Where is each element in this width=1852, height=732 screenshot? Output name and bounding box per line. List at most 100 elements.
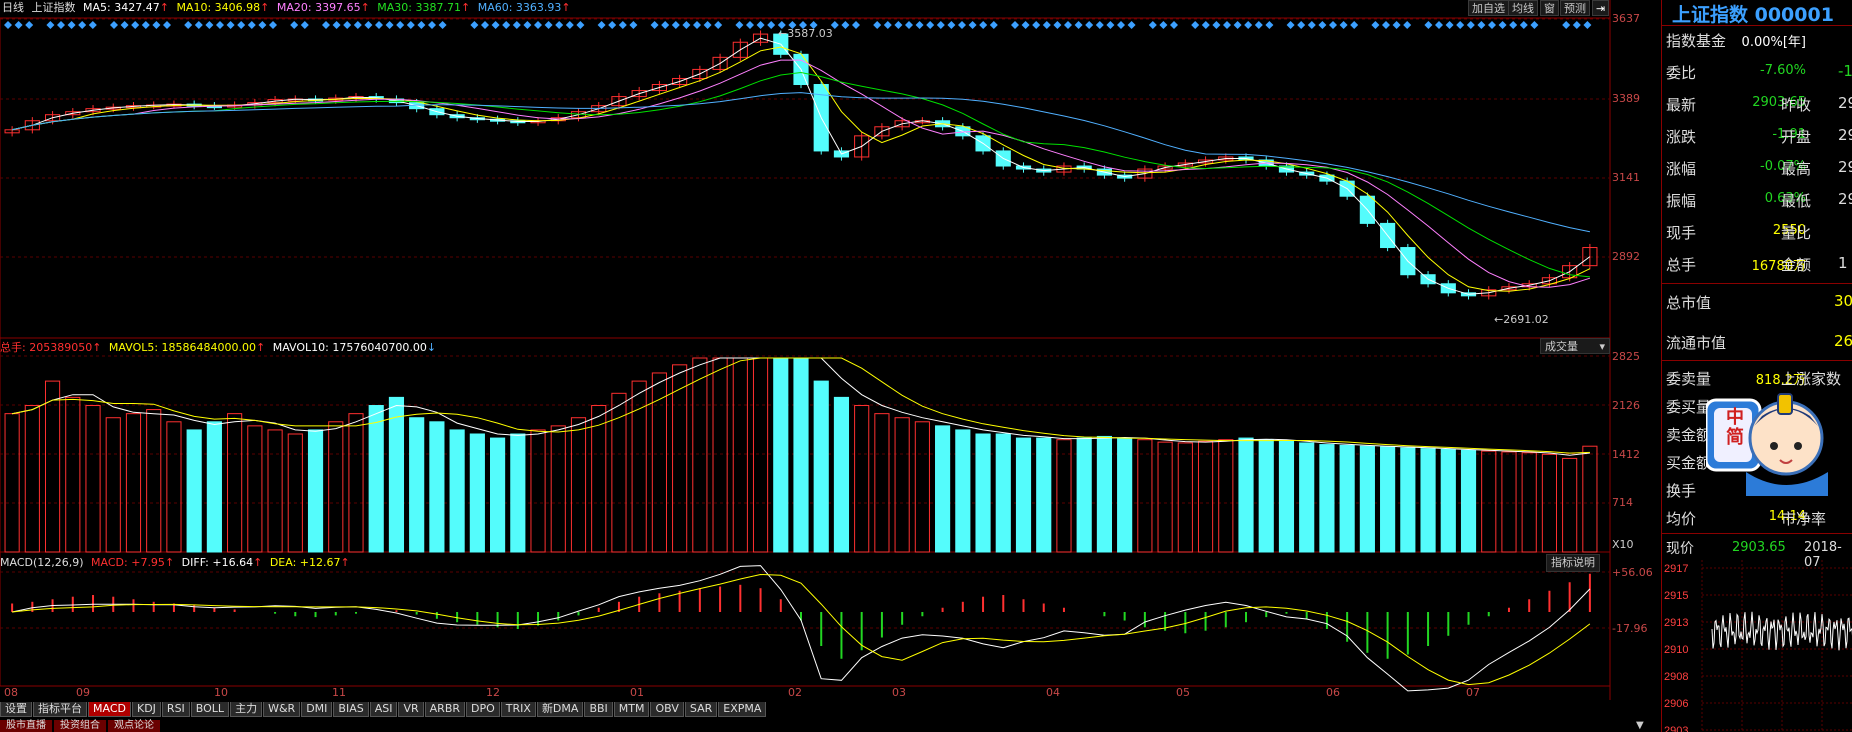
indicator-tab[interactable]: BIAS: [333, 702, 369, 717]
volume-tick: 2126: [1612, 399, 1640, 412]
indicator-tab[interactable]: MTM: [613, 702, 650, 717]
price-tick: 3141: [1612, 171, 1640, 184]
event-marker: [650, 21, 659, 29]
forecast-button[interactable]: 预测: [1560, 0, 1590, 16]
quote-key-2: 开盘: [1781, 128, 1812, 146]
volume-bar: [894, 417, 910, 553]
indicator-tab[interactable]: W&R: [263, 702, 301, 717]
quote-row: 指数基金 0.00%[年]: [1664, 26, 1852, 52]
scroll-down-icon[interactable]: ▼: [1636, 720, 1644, 731]
event-marker: [682, 21, 691, 29]
volume-bar: [1440, 448, 1456, 553]
bottom-tab[interactable]: 观点论论: [108, 720, 160, 732]
volume-bar: [85, 405, 101, 553]
exit-icon[interactable]: ⇥: [1592, 0, 1610, 16]
indicator-tab[interactable]: OBV: [650, 702, 684, 717]
ma60-arrow: ↑: [561, 1, 571, 14]
quote-key-2: 市净率: [1781, 510, 1827, 528]
ma-line: [11, 71, 1590, 278]
event-marker: [1032, 21, 1041, 29]
event-marker: [78, 21, 87, 29]
event-marker: [534, 21, 542, 29]
indicator-tab[interactable]: EXPMA: [718, 702, 767, 717]
event-marker: [608, 21, 617, 29]
bottom-tab[interactable]: 股市直播: [0, 720, 52, 732]
indicator-tab[interactable]: DMI: [301, 702, 333, 717]
event-marker: [470, 21, 479, 29]
volume-bar: [1562, 457, 1578, 553]
price-tick: 2892: [1612, 250, 1640, 263]
volume-bar: [874, 413, 890, 553]
event-marker: [269, 21, 277, 29]
event-marker: [767, 21, 776, 29]
quote-value-2: 29: [1838, 94, 1852, 112]
indicator-tab[interactable]: BOLL: [190, 702, 230, 717]
volume-bar: [4, 413, 20, 553]
indicator-tab[interactable]: ASI: [369, 702, 398, 717]
indicator-tab[interactable]: SAR: [684, 702, 718, 717]
indicator-tab[interactable]: DPO: [466, 702, 500, 717]
indicator-tab[interactable]: 设置: [0, 702, 32, 717]
period-label[interactable]: 日线: [2, 1, 24, 14]
volume-bar: [712, 357, 728, 553]
event-marker: [385, 21, 394, 29]
indicator-tab[interactable]: 主力: [230, 702, 263, 717]
event-marker: [428, 21, 436, 29]
total-arrow: ↑: [92, 341, 102, 354]
event-marker: [989, 21, 998, 29]
indicator-help-button[interactable]: 指标说明: [1546, 554, 1600, 572]
low-annotation: ←2691.02: [1494, 313, 1549, 326]
indicator-tab[interactable]: KDJ: [131, 702, 161, 717]
bottom-tab[interactable]: 投资组合: [54, 720, 106, 732]
volume-indicator-select[interactable]: 成交量 ▾: [1540, 338, 1610, 354]
event-marker: [237, 21, 246, 29]
indicator-tab[interactable]: VR: [398, 702, 424, 717]
indicator-tab[interactable]: 指标平台: [33, 702, 87, 717]
event-marker: [502, 21, 511, 29]
event-marker: [1329, 21, 1337, 29]
event-marker: [544, 21, 553, 29]
volume-bar: [449, 429, 465, 553]
add-watchlist-button[interactable]: 加自选: [1468, 0, 1509, 16]
index-name: 上证指数: [31, 1, 76, 14]
volume-bar: [429, 421, 445, 553]
indicator-tab[interactable]: 新DMA: [536, 702, 584, 717]
quote-row: 振幅0.63%最低29: [1664, 186, 1852, 212]
event-marker: [1562, 21, 1571, 29]
indicator-tab[interactable]: RSI: [161, 702, 190, 717]
event-marker: [375, 21, 383, 29]
indicator-tab[interactable]: ARBR: [424, 702, 466, 717]
quote-key-2: 昨收: [1781, 96, 1812, 114]
event-marker: [1011, 21, 1019, 29]
quote-value-2: 1: [1838, 254, 1848, 272]
indicator-tab[interactable]: BBI: [584, 702, 613, 717]
macd-dea-line: [12, 573, 1591, 686]
quote-row: 委比 -7.60% -11: [1664, 58, 1852, 84]
volume-bar: [1278, 440, 1295, 553]
event-marker: [152, 21, 161, 29]
indicator-tab[interactable]: MACD: [88, 702, 131, 717]
month-label: 02: [788, 686, 802, 699]
month-label: 07: [1466, 686, 1480, 699]
event-marker: [979, 21, 988, 29]
volume-bar: [1218, 439, 1234, 553]
window-button[interactable]: 窗: [1540, 0, 1559, 16]
macd-value: MACD: +7.95: [91, 556, 165, 569]
current-price-value: 2903.65: [1732, 540, 1786, 555]
event-marker: [332, 21, 341, 29]
quote-value: 262: [1834, 332, 1852, 350]
ma-button[interactable]: 均线: [1508, 0, 1538, 16]
event-marker: [4, 21, 12, 29]
indicator-tab[interactable]: TRIX: [500, 702, 536, 717]
quote-panel: 上证指数 000001 指数基金 0.00%[年] 委比 -7.60% -11 最新 290…: [1661, 0, 1852, 732]
event-marker: [1350, 21, 1359, 29]
volume-bar: [206, 421, 222, 553]
mini-tick: 2908: [1664, 671, 1688, 683]
event-marker: [1064, 21, 1072, 29]
event-marker: [120, 21, 129, 29]
macd-params: MACD(12,26,9): [0, 556, 84, 569]
event-marker: [714, 21, 723, 29]
volume-bar: [611, 392, 627, 553]
event-marker: [258, 21, 267, 29]
mascot-avatar[interactable]: 中简: [1706, 390, 1828, 496]
